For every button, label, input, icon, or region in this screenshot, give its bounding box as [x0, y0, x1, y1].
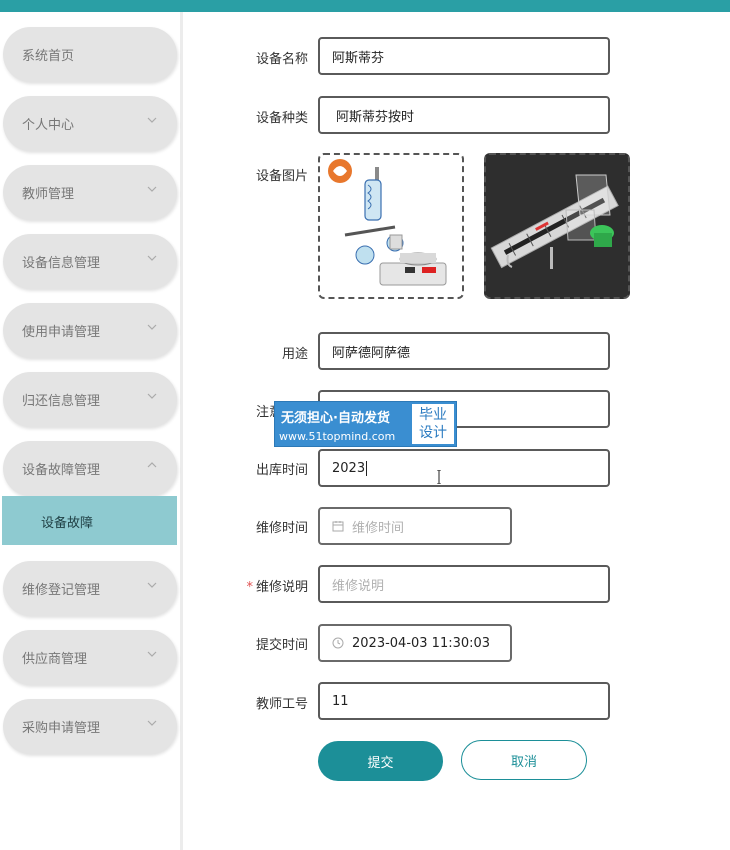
sidebar-subitem-label: 设备故障: [41, 516, 94, 531]
sidebar-item-equipment-info[interactable]: 设备信息管理: [3, 234, 177, 289]
name-value: 阿斯蒂芬: [332, 50, 385, 66]
watermark-badge-line1: 毕业: [419, 407, 447, 423]
sidebar-item-profile[interactable]: 个人中心: [3, 96, 177, 151]
outbound-time-label: 出库时间: [255, 463, 308, 478]
sidebar-item-teachers[interactable]: 教师管理: [3, 165, 177, 220]
sidebar-item-label: 使用申请管理: [22, 325, 101, 340]
outbound-time-field[interactable]: 2023: [318, 449, 610, 487]
sidebar-item-label: 维修登记管理: [22, 583, 101, 598]
teacher-id-value: 11: [332, 693, 349, 709]
submit-time-label: 提交时间: [255, 638, 308, 653]
watermark-banner: 无须担心·自动发货 www.51topmind.com 毕业 设计: [274, 401, 457, 447]
type-value: 阿斯蒂芬按时: [336, 109, 415, 125]
chevron-down-icon: [147, 117, 157, 123]
repair-desc-label: * 维修说明: [246, 580, 308, 595]
repair-time-label: 维修时间: [255, 521, 308, 536]
sidebar-item-label: 归还信息管理: [22, 394, 101, 409]
text-cursor-icon: [437, 470, 441, 484]
teacher-id-field[interactable]: 11: [318, 682, 610, 720]
repair-time-placeholder: 维修时间: [352, 520, 405, 536]
watermark-badge-line2: 设计: [419, 425, 447, 441]
submit-time-picker[interactable]: 2023-04-03 11:30:03: [318, 624, 512, 662]
sidebar-item-repairs[interactable]: 维修登记管理: [3, 561, 177, 616]
repair-desc-placeholder: 维修说明: [332, 578, 385, 594]
name-field[interactable]: 阿斯蒂芬: [318, 37, 610, 75]
usage-field[interactable]: 阿萨德阿萨德: [318, 332, 610, 370]
watermark-badge: 毕业 设计: [412, 404, 454, 444]
text-caret: [366, 460, 368, 476]
watermark-url: www.51topmind.com: [279, 430, 396, 443]
chevron-down-icon: [147, 324, 157, 330]
repair-time-picker[interactable]: 维修时间: [318, 507, 512, 545]
chevron-down-icon: [147, 720, 157, 726]
sidebar-item-label: 采购申请管理: [22, 721, 101, 736]
chevron-down-icon: [147, 186, 157, 192]
sidebar-item-returns[interactable]: 归还信息管理: [3, 372, 177, 427]
calendar-icon: [332, 521, 344, 532]
submit-button[interactable]: 提交: [318, 741, 443, 781]
usage-label: 用途: [281, 347, 308, 362]
top-accent-bar: [0, 0, 730, 12]
chevron-up-icon: [147, 462, 157, 468]
image-upload-2[interactable]: [484, 153, 630, 299]
sidebar-subitem-faults[interactable]: 设备故障: [2, 496, 177, 545]
teacher-id-label: 教师工号: [255, 697, 308, 712]
sidebar-item-faults[interactable]: 设备故障管理: [3, 441, 177, 496]
sidebar-item-label: 教师管理: [22, 187, 75, 202]
required-star: *: [246, 580, 253, 595]
chevron-down-icon: [147, 582, 157, 588]
type-field[interactable]: 阿斯蒂芬按时: [318, 96, 610, 134]
outbound-time-value: 2023: [332, 460, 366, 476]
sidebar-item-label: 供应商管理: [22, 652, 88, 667]
chevron-down-icon: [147, 393, 157, 399]
sidebar-item-purchase-requests[interactable]: 采购申请管理: [3, 699, 177, 754]
equipment-image-rotary-evaporator: [328, 159, 447, 286]
repair-desc-field[interactable]: 维修说明: [318, 565, 610, 603]
sidebar-item-suppliers[interactable]: 供应商管理: [3, 630, 177, 685]
sidebar-item-label: 系统首页: [22, 49, 75, 64]
clock-icon: [332, 637, 344, 649]
image-label: 设备图片: [255, 169, 308, 184]
chevron-down-icon: [147, 255, 157, 261]
sidebar-item-label: 设备故障管理: [22, 463, 101, 478]
usage-value: 阿萨德阿萨德: [332, 345, 411, 361]
image-upload-1[interactable]: [318, 153, 464, 299]
sidebar-item-label: 设备信息管理: [22, 256, 101, 271]
sidebar-item-home[interactable]: 系统首页: [3, 27, 177, 82]
name-label: 设备名称: [255, 52, 308, 67]
sidebar-item-usage-requests[interactable]: 使用申请管理: [3, 303, 177, 358]
type-label: 设备种类: [255, 111, 308, 126]
sidebar: 系统首页 个人中心 教师管理 设备信息管理 使用申请管理 归还信息管理 设备故障…: [0, 12, 183, 850]
submit-time-value: 2023-04-03 11:30:03: [352, 635, 491, 651]
watermark-slogan: 无须担心·自动发货: [281, 411, 390, 426]
chevron-down-icon: [147, 651, 157, 657]
cancel-button[interactable]: 取消: [461, 740, 587, 780]
sidebar-item-label: 个人中心: [22, 118, 75, 133]
equipment-image-spring-scale: [486, 155, 628, 297]
